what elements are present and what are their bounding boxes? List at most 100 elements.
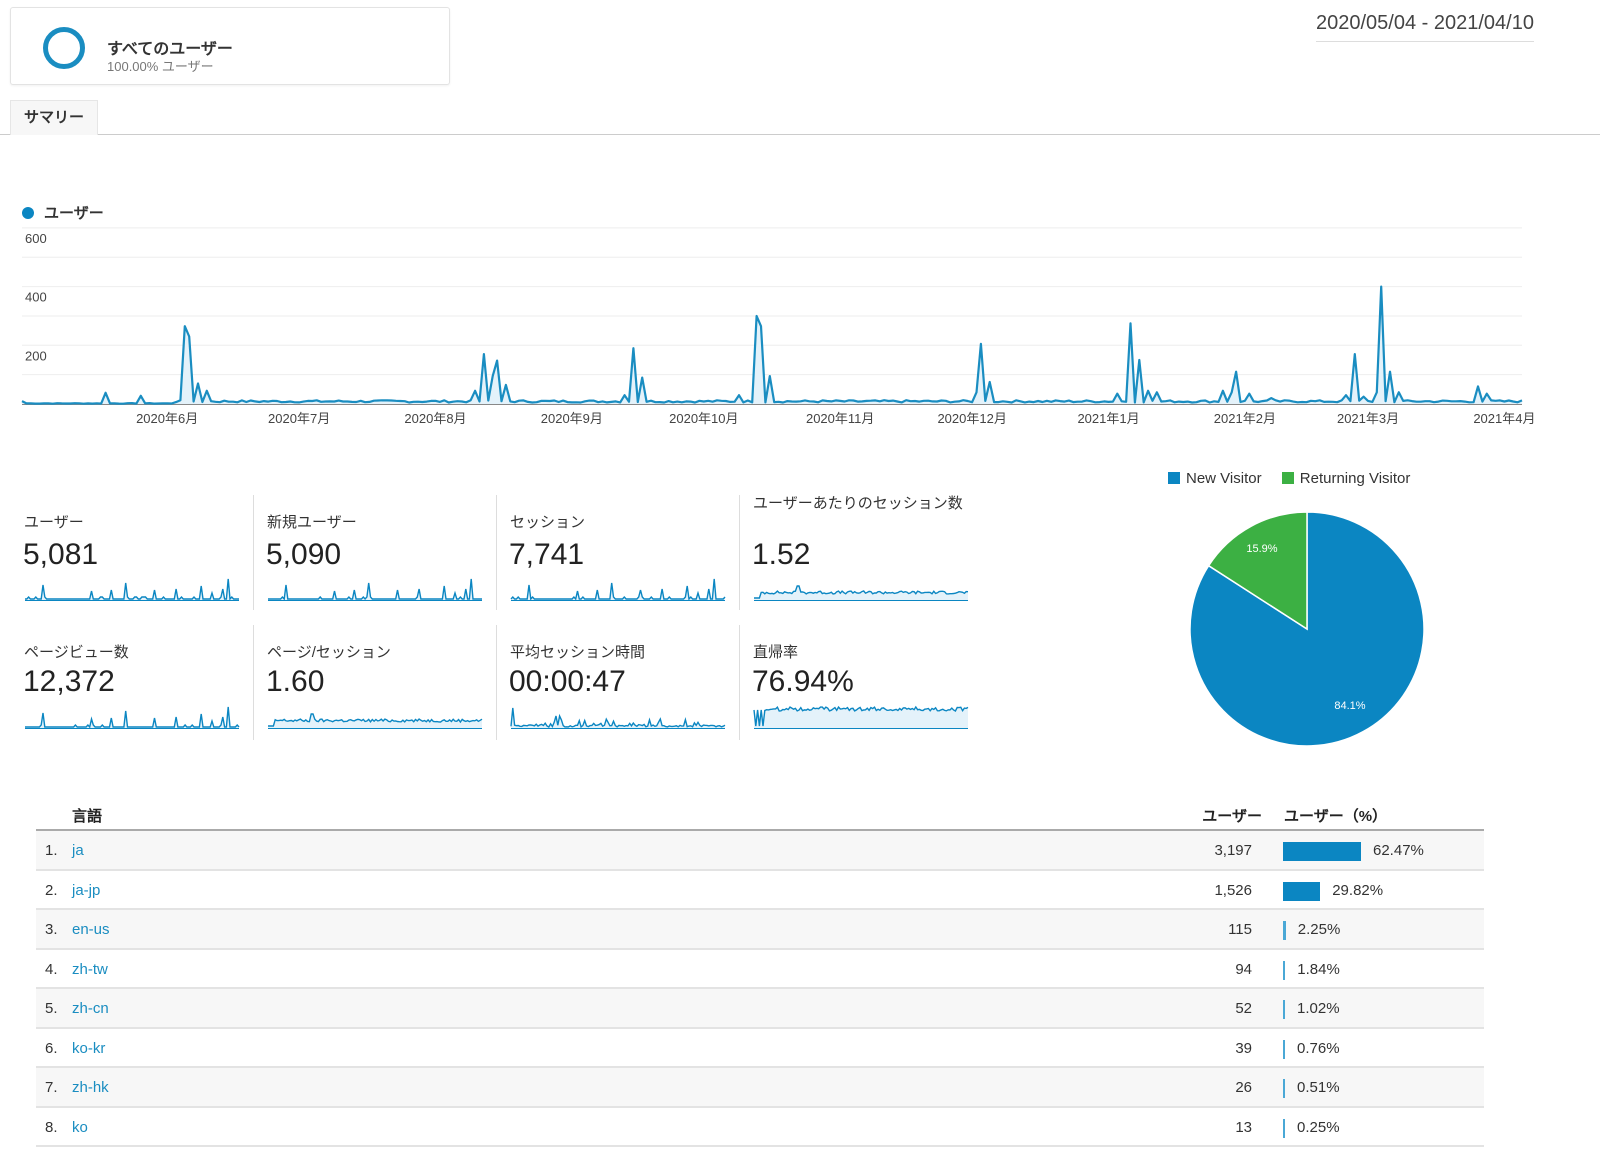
x-tick-label: 2020年12月: [937, 411, 1006, 426]
metric-value: 1.52: [752, 538, 811, 571]
table-row: 3. en-us 115 2.25%: [36, 910, 1484, 950]
row-rank: 1.: [45, 842, 58, 859]
sparkline-line: [25, 578, 239, 601]
metric-card[interactable]: ユーザーあたりのセッション数 1.52: [739, 490, 982, 610]
metric-card[interactable]: 平均セッション時間 00:00:47: [496, 620, 739, 740]
row-rank: 4.: [45, 960, 58, 978]
metric-divider: [739, 495, 740, 610]
row-percent: 0.76%: [1297, 1039, 1340, 1057]
date-range-picker[interactable]: 2020/05/04 - 2021/04/10: [1316, 12, 1534, 42]
tab-summary[interactable]: サマリー: [10, 100, 98, 135]
row-users: 1,526: [1214, 881, 1252, 899]
sparkline-line: [25, 706, 240, 729]
language-link[interactable]: zh-cn: [72, 1000, 109, 1017]
legend-dot-icon: [22, 207, 34, 219]
metric-value: 00:00:47: [509, 665, 626, 698]
metric-divider: [253, 495, 254, 610]
row-rank: 6.: [45, 1039, 58, 1057]
metric-label: 平均セッション時間: [510, 644, 646, 661]
header-users[interactable]: ユーザー: [1202, 805, 1262, 826]
metric-sparkline: [268, 713, 483, 729]
legend-new-visitor[interactable]: New Visitor: [1168, 470, 1262, 487]
metric-sparkline: [25, 706, 240, 729]
row-users: 3,197: [1214, 842, 1252, 859]
language-link[interactable]: ja: [72, 842, 84, 859]
segment-subtitle: 100.00% ユーザー: [107, 59, 214, 74]
metric-value: 5,090: [266, 538, 342, 571]
x-tick-label: 2021年3月: [1337, 411, 1399, 426]
metric-card[interactable]: 新規ユーザー 5,090: [253, 490, 496, 610]
language-link[interactable]: ko: [72, 1119, 88, 1136]
pie-slice-label: 84.1%: [1334, 700, 1365, 712]
x-tick-label: 2020年7月: [268, 411, 330, 426]
x-tick-label: 2021年2月: [1214, 411, 1276, 426]
metric-value: 7,741: [509, 538, 585, 571]
metric-card[interactable]: ページビュー数 12,372: [0, 620, 243, 740]
metric-label: ユーザー: [24, 514, 84, 531]
row-users: 115: [1228, 921, 1252, 938]
language-link[interactable]: en-us: [72, 921, 110, 938]
language-table: 言語 ユーザー ユーザー（%） 1. ja 3,197 62.47% 2. ja-jp 1,…: [36, 795, 1484, 1147]
row-rank: 3.: [45, 921, 58, 938]
language-link[interactable]: ko-kr: [72, 1040, 105, 1057]
x-tick-label: 2020年8月: [404, 411, 466, 426]
metric-card[interactable]: ユーザー 5,081: [0, 490, 243, 610]
row-users: 26: [1235, 1079, 1252, 1096]
language-link[interactable]: zh-hk: [72, 1079, 109, 1096]
row-users: 52: [1235, 1000, 1252, 1017]
row-percent: 0.25%: [1297, 1118, 1340, 1136]
metric-value: 1.60: [266, 665, 325, 698]
metric-card[interactable]: 直帰率 76.94%: [739, 620, 982, 740]
table-row: 8. ko 13 0.25%: [36, 1108, 1484, 1147]
sparkline-area: [268, 579, 482, 601]
sparkline-line: [510, 707, 726, 729]
table-row: 6. ko-kr 39 0.76%: [36, 1029, 1484, 1068]
metric-label: セッション: [510, 514, 586, 531]
segment-card[interactable]: すべてのユーザー 100.00% ユーザー: [10, 7, 450, 85]
percent-bar: [1283, 842, 1361, 861]
x-tick-label: 2020年11月: [806, 411, 874, 426]
row-rank: 7.: [45, 1079, 58, 1096]
metric-label: 直帰率: [753, 644, 799, 661]
metric-label: ユーザーあたりのセッション数: [753, 495, 963, 512]
metric-divider: [496, 495, 497, 610]
visitor-pie-chart: 84.1% 15.9%: [1189, 511, 1425, 747]
sparkline-line: [268, 578, 482, 601]
percent-bar: [1283, 960, 1286, 980]
table-row: 7. zh-hk 26 0.51%: [36, 1068, 1484, 1108]
metric-card[interactable]: セッション 7,741: [496, 490, 739, 610]
legend-returning-visitor[interactable]: Returning Visitor: [1281, 470, 1410, 487]
header-language[interactable]: 言語: [72, 805, 102, 826]
percent-bar: [1283, 921, 1286, 940]
percent-bar: [1283, 1000, 1285, 1019]
row-percent: 0.51%: [1297, 1079, 1340, 1096]
percent-bar: [1283, 1079, 1285, 1098]
metric-sparkline: [753, 705, 969, 729]
x-tick-label: 2020年6月: [136, 411, 198, 426]
metric-value: 5,081: [23, 538, 99, 571]
x-tick-label: 2021年1月: [1077, 411, 1139, 426]
table-row: 2. ja-jp 1,526 29.82%: [36, 871, 1484, 910]
table-body: 1. ja 3,197 62.47% 2. ja-jp 1,526 29.82% 3. en-us…: [36, 831, 1484, 1147]
percent-bar: [1283, 1039, 1285, 1059]
row-rank: 8.: [45, 1118, 58, 1136]
sparkline-line: [510, 578, 726, 601]
y-tick-label: 200: [25, 348, 47, 363]
metric-sparkline: [754, 585, 969, 601]
metric-sparkline: [510, 578, 726, 601]
x-tick-label: 2020年9月: [541, 411, 603, 426]
y-tick-label: 600: [25, 231, 47, 246]
row-users: 13: [1235, 1118, 1252, 1136]
language-link[interactable]: zh-tw: [72, 961, 108, 978]
metric-value: 12,372: [23, 665, 115, 698]
sparkline-area: [25, 579, 239, 601]
table-row: 4. zh-tw 94 1.84%: [36, 950, 1484, 989]
pie-legend: New Visitor Returning Visitor: [1168, 470, 1426, 487]
row-percent: 1.84%: [1297, 960, 1340, 978]
metric-card[interactable]: ページ/セッション 1.60: [253, 620, 496, 740]
header-users-pct[interactable]: ユーザー（%）: [1284, 805, 1387, 826]
sparkline-area: [511, 579, 725, 601]
row-percent: 62.47%: [1373, 842, 1424, 859]
language-link[interactable]: ja-jp: [72, 882, 100, 899]
metric-label: 新規ユーザー: [267, 514, 357, 531]
